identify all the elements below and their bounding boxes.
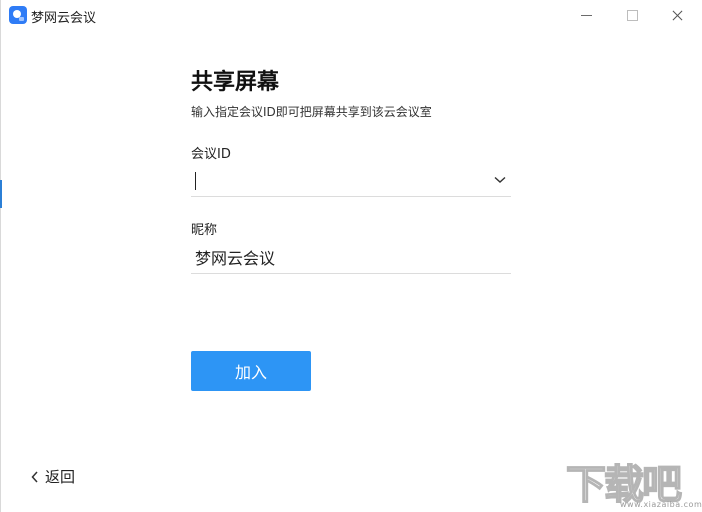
meeting-id-field[interactable] [191,164,511,197]
watermark: 下载吧 www.xiazaiba.com [562,452,702,510]
page-title: 共享屏幕 [191,70,280,95]
chevron-down-icon [494,176,506,183]
background-window-edge [0,180,2,208]
chevron-left-icon [31,471,38,483]
meeting-id-input[interactable] [191,164,489,196]
app-logo-icon [9,6,27,24]
join-button[interactable]: 加入 [191,351,311,391]
text-caret [195,172,196,190]
app-window: 梦网云会议 共享屏幕 输入指定会议ID即可把屏幕共享到该云会议室 会议ID 昵称… [0,0,702,512]
nickname-input[interactable] [191,241,515,273]
nickname-label: 昵称 [191,223,218,238]
back-label: 返回 [45,468,76,486]
meeting-id-label: 会议ID [191,147,231,162]
page-description: 输入指定会议ID即可把屏幕共享到该云会议室 [191,105,432,119]
maximize-button[interactable] [609,0,655,32]
minimize-button[interactable] [564,0,610,32]
window-title: 梦网云会议 [31,11,97,26]
title-bar[interactable]: 梦网云会议 [0,0,702,32]
meeting-id-dropdown-button[interactable] [489,168,511,192]
close-button[interactable] [654,0,700,32]
nickname-field[interactable] [191,241,515,274]
watermark-url: www.xiazaiba.com [620,500,702,509]
window-left-edge [0,0,1,512]
